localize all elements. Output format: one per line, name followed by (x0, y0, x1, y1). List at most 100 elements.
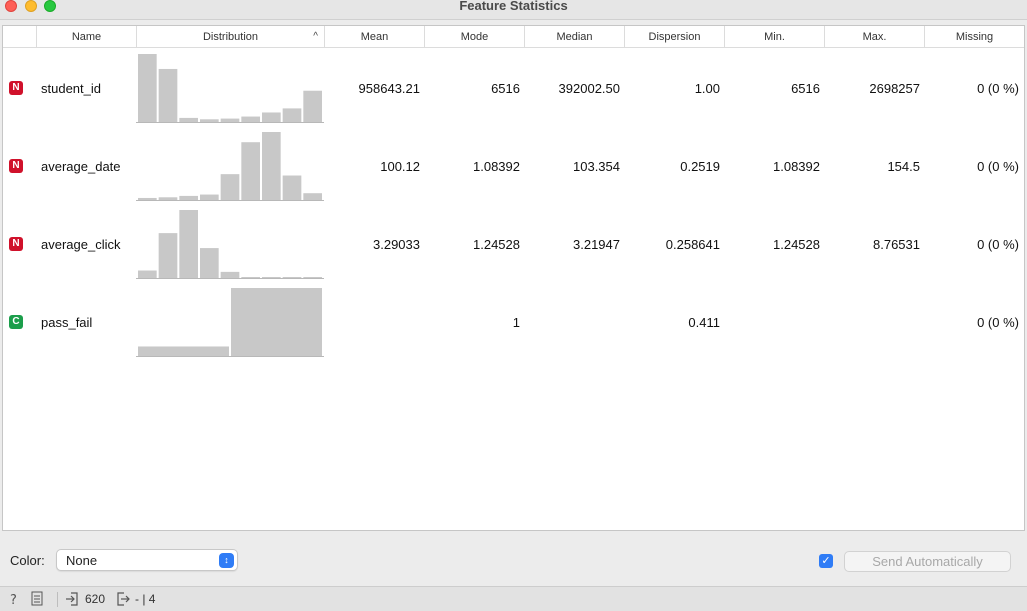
table-row[interactable]: N average_date 100.12 1.08392 103.354 0.… (3, 127, 1024, 205)
mean-value: 3.29033 (373, 237, 420, 252)
numeric-variable-icon: N (9, 237, 23, 251)
table-header: Name Distribution ^ Mean Mode Median Dis… (3, 26, 1024, 48)
title-bar: Feature Statistics (0, 0, 1027, 20)
header-dispersion[interactable]: Dispersion (624, 26, 724, 48)
histogram-bar (179, 210, 198, 278)
distribution-histogram (136, 54, 324, 123)
histogram-bar (158, 197, 178, 200)
header-name[interactable]: Name (36, 26, 136, 48)
histogram-bar (282, 108, 302, 122)
histogram-bar (303, 277, 322, 278)
header-distribution[interactable]: Distribution ^ (136, 26, 324, 48)
color-label: Color: (10, 553, 45, 568)
histogram-bar (262, 132, 281, 200)
input-data-count: 620 (85, 592, 106, 606)
missing-value: 0 (0 %) (977, 237, 1019, 252)
numeric-variable-icon: N (9, 159, 23, 173)
header-mean[interactable]: Mean (324, 26, 424, 48)
mode-value: 1.08392 (473, 159, 520, 174)
output-data-count: - | 4 (135, 592, 156, 606)
histogram-bar (138, 346, 229, 356)
header-distribution-label: Distribution (202, 31, 259, 43)
max-value: 8.76531 (873, 237, 920, 252)
histogram-bar (231, 288, 322, 356)
mode-value: 6516 (491, 81, 520, 96)
histogram-bar (158, 233, 178, 278)
header-missing[interactable]: Missing (924, 26, 1024, 48)
chevron-up-down-icon: ↕ (219, 553, 234, 568)
feature-statistics-table[interactable]: Name Distribution ^ Mean Mode Median Dis… (2, 25, 1025, 531)
feature-name: average_date (41, 159, 121, 174)
histogram-bar (303, 193, 322, 200)
mean-value: 100.12 (380, 159, 420, 174)
max-value: 2698257 (869, 81, 920, 96)
histogram-bar (138, 270, 157, 278)
missing-value: 0 (0 %) (977, 159, 1019, 174)
missing-value: 0 (0 %) (977, 81, 1019, 96)
histogram-bar (262, 277, 281, 278)
window-title: Feature Statistics (459, 0, 568, 13)
histogram-bar (220, 271, 240, 278)
color-select[interactable]: None ↕ (56, 549, 238, 571)
feature-name: pass_fail (41, 315, 93, 330)
max-value: 154.5 (887, 159, 920, 174)
mean-value: 958643.21 (358, 81, 420, 96)
histogram-bar (262, 112, 281, 122)
histogram-bar (282, 175, 302, 200)
table-row[interactable]: C pass_fail 1 0.411 0 (0 %) (3, 283, 1024, 361)
min-value: 6516 (791, 81, 820, 96)
feature-name: student_id (41, 81, 101, 96)
histogram-bar (138, 197, 157, 200)
min-value: 1.24528 (773, 237, 820, 252)
distribution-histogram (136, 288, 324, 357)
histogram-bar (179, 117, 198, 122)
histogram-bar (241, 116, 260, 122)
histogram-bar (200, 248, 219, 278)
header-max[interactable]: Max. (824, 26, 924, 48)
histogram-bar (282, 277, 302, 278)
histogram-bar (179, 195, 198, 200)
histogram-bar (138, 54, 157, 122)
distribution-histogram (136, 210, 324, 279)
send-automatically-checkbox[interactable]: ✓ (819, 554, 833, 568)
table-row[interactable]: N average_click 3.29033 1.24528 3.21947 … (3, 205, 1024, 283)
histogram-bar (200, 194, 219, 200)
bottom-controls: Color: None ↕ ✓ Send Automatically (0, 544, 1027, 578)
report-icon[interactable] (30, 591, 44, 611)
histogram-bar (303, 90, 322, 122)
median-value: 3.21947 (573, 237, 620, 252)
status-bar: ? 620 - | 4 (0, 586, 1027, 611)
mode-value: 1 (512, 315, 520, 330)
table-row[interactable]: N student_id 958643.21 6516 392002.50 1.… (3, 49, 1024, 127)
svg-text:?: ? (10, 593, 17, 607)
sort-ascending-icon: ^ (313, 31, 318, 42)
histogram-bar (220, 118, 240, 122)
color-select-value: None (66, 553, 98, 568)
dispersion-value: 0.2519 (680, 159, 720, 174)
header-median[interactable]: Median (524, 26, 624, 48)
histogram-bar (200, 119, 219, 122)
histogram-bar (241, 277, 260, 278)
header-min[interactable]: Min. (724, 26, 824, 48)
output-data-icon (116, 591, 130, 611)
status-divider (57, 592, 58, 607)
missing-value: 0 (0 %) (977, 315, 1019, 330)
numeric-variable-icon: N (9, 81, 23, 95)
histogram-bar (241, 142, 260, 200)
distribution-histogram (136, 132, 324, 201)
histogram-bar (158, 68, 178, 122)
help-icon[interactable]: ? (8, 591, 22, 611)
median-value: 392002.50 (558, 81, 620, 96)
mode-value: 1.24528 (473, 237, 520, 252)
feature-name: average_click (41, 237, 121, 252)
header-type-column[interactable] (3, 26, 36, 48)
header-mode[interactable]: Mode (424, 26, 524, 48)
min-value: 1.08392 (773, 159, 820, 174)
send-automatically-button[interactable]: Send Automatically (844, 551, 1011, 572)
categorical-variable-icon: C (9, 315, 23, 329)
input-data-icon (65, 591, 79, 611)
dispersion-value: 1.00 (694, 81, 720, 96)
dispersion-value: 0.411 (688, 315, 720, 330)
dispersion-value: 0.258641 (665, 237, 720, 252)
histogram-bar (220, 174, 240, 200)
